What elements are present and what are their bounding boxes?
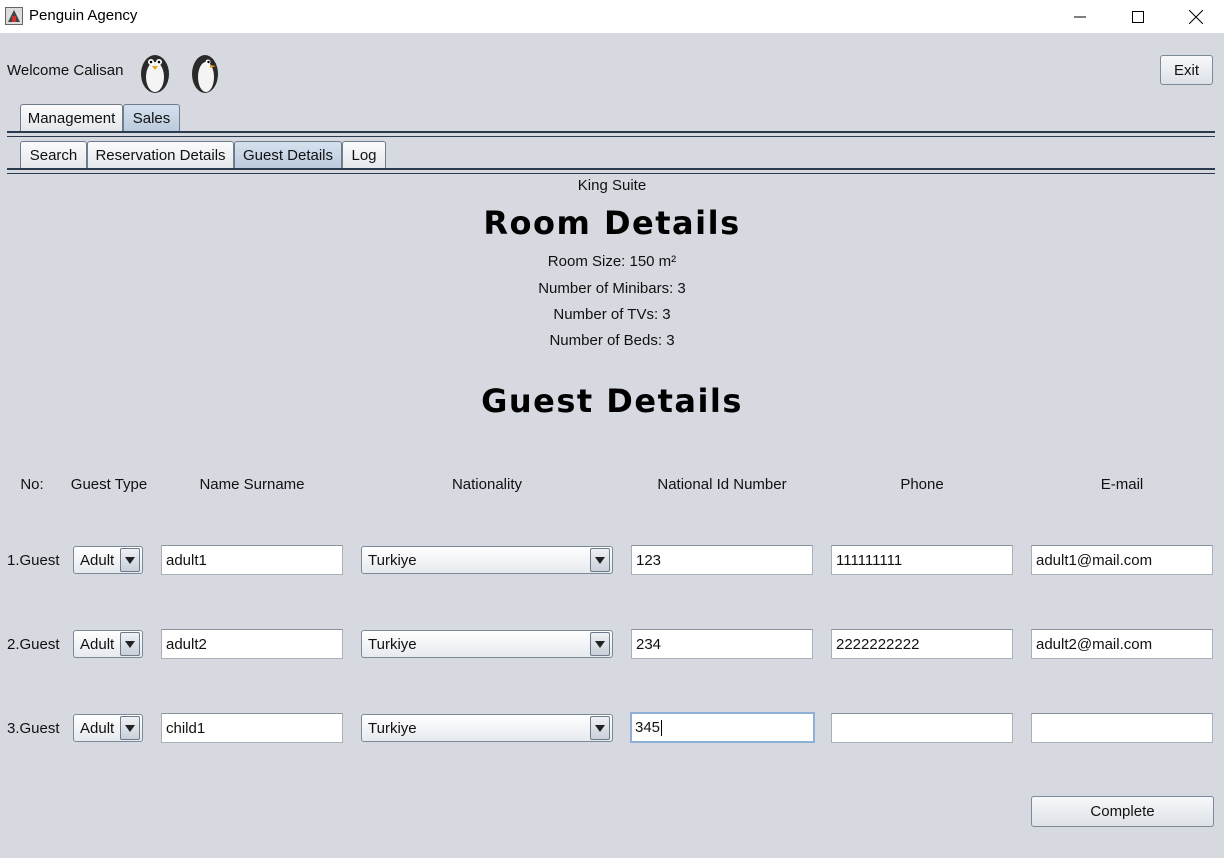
main-tab-divider-inner [7,136,1215,137]
email-input[interactable] [1031,713,1213,743]
dropdown-arrow-icon[interactable] [120,716,140,740]
penguin-logo-icon [188,48,222,94]
maximize-icon[interactable] [1109,0,1167,33]
nationality-select[interactable]: Turkiye [361,630,613,658]
phone-input[interactable] [831,713,1013,743]
nationality-value: Turkiye [368,551,417,569]
penguin-logo-icon [138,48,172,94]
room-details-heading: Room Details [483,204,741,242]
guest-type-value: Adult [80,551,115,569]
tab-management[interactable]: Management [20,104,123,132]
dropdown-arrow-icon[interactable] [590,716,610,740]
column-header-nationality: Nationality [451,476,523,493]
column-header-phone: Phone [900,476,944,493]
dropdown-arrow-icon[interactable] [590,548,610,572]
tvs-label: Number of TVs: 3 [553,306,671,323]
beds-label: Number of Beds: 3 [549,332,675,349]
text-caret [661,719,663,736]
guest-type-select[interactable]: Adult [73,546,143,574]
email-input[interactable]: adult1@mail.com [1031,545,1213,575]
name-surname-input[interactable]: child1 [161,713,343,743]
national-id-input[interactable]: 345 [630,712,815,743]
room-name: King Suite [577,177,647,194]
app-icon [5,7,23,25]
national-id-input[interactable]: 234 [631,629,813,659]
column-header-name-surname: Name Surname [199,476,305,493]
minibars-label: Number of Minibars: 3 [538,280,686,297]
guest-row-label: 2.Guest [7,636,60,653]
guest-type-select[interactable]: Adult [73,630,143,658]
sub-tab-divider-inner [7,173,1215,174]
column-header-email: E-mail [1100,476,1144,493]
nationality-value: Turkiye [368,719,417,737]
dropdown-arrow-icon[interactable] [120,548,140,572]
email-input[interactable]: adult2@mail.com [1031,629,1213,659]
dropdown-arrow-icon[interactable] [590,632,610,656]
name-surname-input[interactable]: adult2 [161,629,343,659]
guest-type-value: Adult [80,719,115,737]
guest-type-select[interactable]: Adult [73,714,143,742]
tab-reservation-details[interactable]: Reservation Details [87,141,234,169]
minimize-icon[interactable] [1051,0,1109,33]
national-id-value: 345 [635,719,661,736]
guest-row-label: 3.Guest [7,720,60,737]
nationality-value: Turkiye [368,635,417,653]
window-titlebar [0,0,1224,33]
column-header-national-id: National Id Number [657,476,787,493]
sub-tab-divider [7,168,1215,170]
close-icon[interactable] [1167,0,1224,33]
exit-button[interactable]: Exit [1160,55,1213,85]
guest-row-label: 1.Guest [7,552,60,569]
phone-input[interactable]: 111111111 [831,545,1013,575]
guest-details-heading: Guest Details [481,382,743,420]
tab-log[interactable]: Log [342,141,386,169]
nationality-select[interactable]: Turkiye [361,714,613,742]
room-size-label: Room Size: 150 m² [547,253,677,270]
guest-type-value: Adult [80,635,115,653]
column-header-no: No: [20,476,44,493]
welcome-label: Welcome Calisan [7,62,124,79]
name-surname-input[interactable]: adult1 [161,545,343,575]
nationality-select[interactable]: Turkiye [361,546,613,574]
national-id-input[interactable]: 123 [631,545,813,575]
main-tab-divider [7,131,1215,133]
dropdown-arrow-icon[interactable] [120,632,140,656]
window-title: Penguin Agency [29,7,138,24]
tab-sales[interactable]: Sales [123,104,180,132]
complete-button[interactable]: Complete [1031,796,1214,827]
tab-search[interactable]: Search [20,141,87,169]
phone-input[interactable]: 2222222222 [831,629,1013,659]
tab-guest-details[interactable]: Guest Details [234,141,342,169]
column-header-guest-type: Guest Type [70,476,148,493]
